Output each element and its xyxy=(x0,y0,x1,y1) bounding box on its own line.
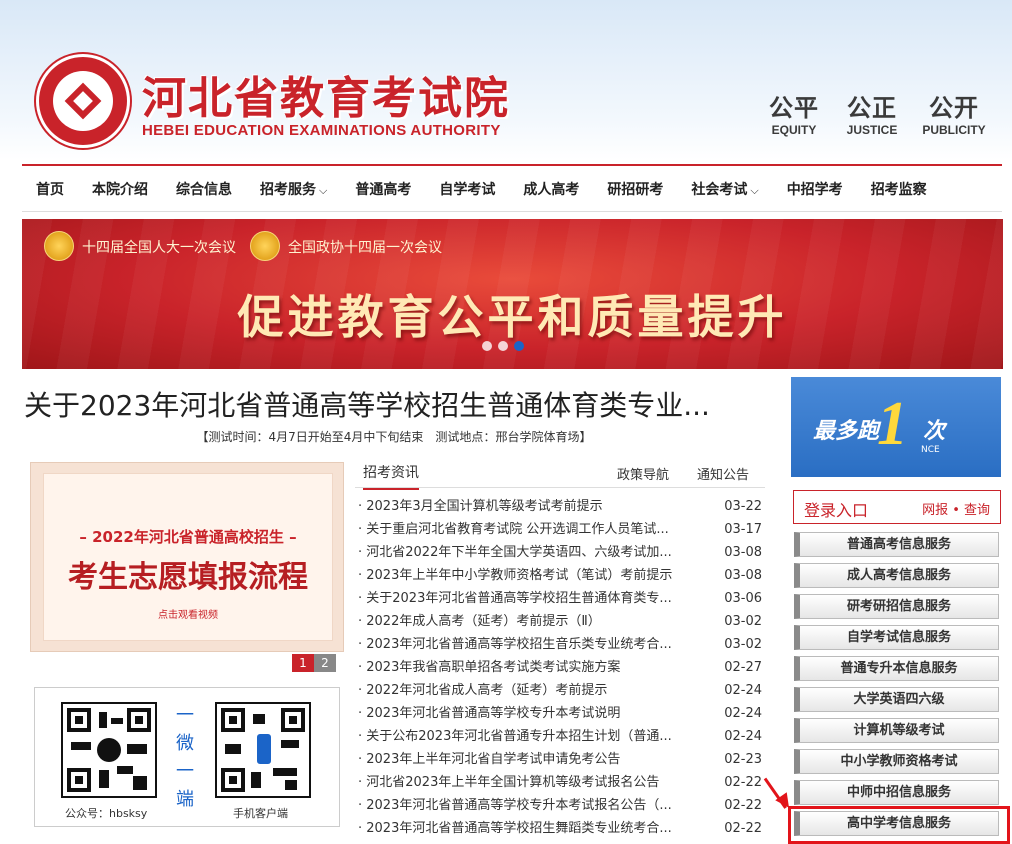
qr-code-box: 公众号：hbsksy 一 微 一 端 手机客户端 xyxy=(34,687,340,827)
motto-justice: 公正 JUSTICE xyxy=(846,94,898,137)
chevron-down-icon: ⌵ xyxy=(319,183,328,197)
service-normal-school-button[interactable]: 中师中招信息服务 xyxy=(794,780,999,805)
tab-exam-news[interactable]: 招考资讯 xyxy=(363,462,419,490)
motto-equity: 公平 EQUITY xyxy=(769,94,819,137)
main-nav: 首页 本院介绍 综合信息 招考服务 ⌵ 普通高考 自学考试 成人高考 研招研考 社… xyxy=(22,164,1002,212)
authority-logo-icon[interactable] xyxy=(36,54,130,148)
list-item[interactable]: · 2022年成人高考（延考）考前提示（Ⅱ） 03-02 xyxy=(358,610,762,633)
hero-banner[interactable]: 十四届全国人大一次会议 全国政协十四届一次会议 促进教育公平和质量提升 xyxy=(22,219,1003,369)
promo-text: 最多跑 xyxy=(813,419,880,444)
banner-meeting-cppcc: 全国政协十四届一次会议 xyxy=(288,240,442,256)
banner-slogan: 促进教育公平和质量提升 xyxy=(237,290,788,344)
list-item[interactable]: · 河北省2022年下半年全国大学英语四、六级考试加... 03-08 xyxy=(358,541,762,564)
carousel-dot[interactable] xyxy=(498,341,508,351)
wechat-qr-code-icon xyxy=(61,702,157,798)
site-subtitle: HEBEI EDUCATION EXAMINATIONS AUTHORITY xyxy=(142,122,501,139)
nav-item-exam-services[interactable]: 招考服务 ⌵ xyxy=(246,179,341,199)
headline-subtitle: 【测试时间：4月7日开始至4月中下旬结束 测试地点：邢台学院体育场】 xyxy=(196,430,592,444)
feature-line2: 考生志愿填报流程 xyxy=(68,560,308,595)
feature-watch-video[interactable]: 点击观看视频 xyxy=(44,606,332,621)
list-item[interactable]: · 2023年河北省普通高等学校专升本考试说明 02-24 xyxy=(358,702,762,725)
tab-policy[interactable]: 政策导航 xyxy=(617,464,669,483)
list-item[interactable]: · 2023年河北省普通高等学校专升本考试报名公告（... 02-22 xyxy=(358,794,762,817)
list-item[interactable]: · 2023年上半年中小学教师资格考试（笔试）考前提示 03-08 xyxy=(358,564,762,587)
service-graduate-button[interactable]: 研考研招信息服务 xyxy=(794,594,999,619)
pager-page-2[interactable]: 2 xyxy=(314,654,336,672)
login-links[interactable]: 网报 • 查询 xyxy=(922,499,990,518)
service-gaokao-button[interactable]: 普通高考信息服务 xyxy=(794,532,999,557)
promo-text-2: 次 xyxy=(923,419,946,444)
promo-number: 1 xyxy=(877,390,908,458)
nav-item-gaokao[interactable]: 普通高考 xyxy=(341,179,425,199)
tab-notices[interactable]: 通知公告 xyxy=(697,464,749,483)
site-header: 河北省教育考试院 HEBEI EDUCATION EXAMINATIONS AU… xyxy=(0,0,1012,160)
nav-item-about[interactable]: 本院介绍 xyxy=(78,179,162,199)
feature-line1: – 2022年河北省普通高校招生 – xyxy=(79,528,297,546)
promo-once: NCE xyxy=(921,445,940,455)
banner-meeting-npc: 十四届全国人大一次会议 xyxy=(82,240,236,256)
cppcc-emblem-icon xyxy=(250,231,280,261)
chevron-down-icon: ⌵ xyxy=(750,183,759,197)
wechat-account-label: 公众号：hbsksy xyxy=(65,807,148,820)
nav-item-adult-exam[interactable]: 成人高考 xyxy=(509,179,593,199)
list-item[interactable]: · 关于2023年河北省普通高等学校招生普通体育类专... 03-06 xyxy=(358,587,762,610)
nav-item-general-info[interactable]: 综合信息 xyxy=(162,179,246,199)
list-item[interactable]: · 2022年河北省成人高考（延考）考前提示 02-24 xyxy=(358,679,762,702)
service-adult-exam-button[interactable]: 成人高考信息服务 xyxy=(794,563,999,588)
service-self-study-button[interactable]: 自学考试信息服务 xyxy=(794,625,999,650)
site-title[interactable]: 河北省教育考试院 xyxy=(142,62,510,126)
nav-item-graduate[interactable]: 研招研考 xyxy=(593,179,677,199)
carousel-dot[interactable] xyxy=(482,341,492,351)
wechat-client-divider: 一 微 一 端 xyxy=(176,705,194,810)
motto-publicity: 公开 PUBLICITY xyxy=(922,94,986,137)
list-item[interactable]: · 关于公布2023年河北省普通专升本招生计划（普通... 02-24 xyxy=(358,725,762,748)
nav-item-home[interactable]: 首页 xyxy=(22,179,78,199)
carousel-dot-active[interactable] xyxy=(514,341,524,351)
list-item[interactable]: · 2023年上半年河北省自学考试申请免考公告 02-23 xyxy=(358,748,762,771)
news-list: · 2023年3月全国计算机等级考试考前提示 03-22 · 关于重启河北省教育考… xyxy=(358,495,762,840)
list-item[interactable]: · 河北省2023年上半年全国计算机等级考试报名公告 02-22 xyxy=(358,771,762,794)
service-teacher-cert-button[interactable]: 中小学教师资格考试 xyxy=(794,749,999,774)
list-item[interactable]: · 2023年河北省普通高等学校招生舞蹈类专业统考合... 02-22 xyxy=(358,817,762,840)
service-cet-button[interactable]: 大学英语四六级 xyxy=(794,687,999,712)
service-computer-exam-button[interactable]: 计算机等级考试 xyxy=(794,718,999,743)
login-title: 登录入口 xyxy=(804,501,869,520)
nav-item-self-study[interactable]: 自学考试 xyxy=(425,179,509,199)
mobile-client-label: 手机客户端 xyxy=(233,807,288,820)
list-item[interactable]: · 2023年我省高职单招各考试类考试实施方案 02-27 xyxy=(358,656,762,679)
national-emblem-icon xyxy=(44,231,74,261)
nav-item-supervision[interactable]: 招考监察 xyxy=(857,179,941,199)
service-upgrade-button[interactable]: 普通专升本信息服务 xyxy=(794,656,999,681)
app-qr-code-icon xyxy=(215,702,311,798)
carousel-dots xyxy=(482,341,524,351)
pager-page-1[interactable]: 1 xyxy=(292,654,314,672)
news-tabs: 招考资讯 政策导航 通知公告 xyxy=(355,458,765,490)
headline-title[interactable]: 关于2023年河北省普通高等学校招生普通体育类专业... xyxy=(24,384,764,424)
nav-item-zhongkao[interactable]: 中招学考 xyxy=(773,179,857,199)
highlight-box xyxy=(788,806,1010,844)
list-item[interactable]: · 2023年3月全国计算机等级考试考前提示 03-22 xyxy=(358,495,762,518)
run-once-promo-banner[interactable]: 最多跑 1 次 NCE xyxy=(791,377,1001,477)
feature-video-card[interactable]: – 2022年河北省普通高校招生 – 考生志愿填报流程 点击观看视频 xyxy=(30,462,344,652)
list-item[interactable]: · 2023年河北省普通高等学校招生音乐类专业统考合... 03-02 xyxy=(358,633,762,656)
nav-item-social-exam[interactable]: 社会考试 ⌵ xyxy=(677,179,772,199)
list-item[interactable]: · 关于重启河北省教育考试院 公开选调工作人员笔试... 03-17 xyxy=(358,518,762,541)
login-entry[interactable]: 登录入口 网报 • 查询 xyxy=(793,490,1001,524)
feature-pager: 1 2 xyxy=(292,654,336,672)
